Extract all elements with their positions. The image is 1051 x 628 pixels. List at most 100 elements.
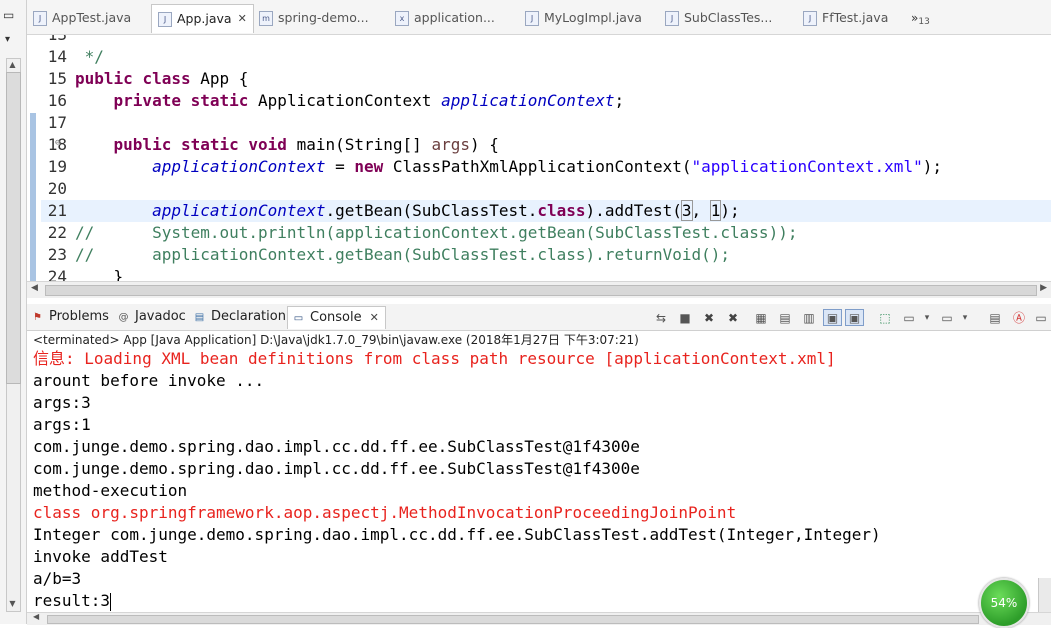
- scroll-left-arrow-icon[interactable]: ◀: [33, 612, 39, 621]
- code-line: 22// System.out.println(applicationConte…: [47, 223, 798, 242]
- chevron-down-icon[interactable]: ▾: [5, 34, 10, 45]
- view-tab-bar: ⚑ Problems @ Javadoc ▤ Declaration ▭ Con…: [27, 304, 1051, 331]
- xml-file-icon: x: [395, 10, 409, 26]
- java-file-icon: J: [33, 10, 47, 26]
- tab-label: Problems: [49, 309, 109, 324]
- remove-launch-icon[interactable]: ✖: [701, 310, 717, 326]
- terminate-icon[interactable]: ■: [677, 310, 693, 326]
- scroll-up-arrow-icon[interactable]: ▲: [6, 58, 19, 71]
- pin-icon[interactable]: ⬚: [877, 310, 893, 326]
- console-line: 信息: Loading XML bean definitions from cl…: [33, 349, 836, 368]
- close-icon[interactable]: ✕: [370, 307, 379, 329]
- ant-icon[interactable]: Ⓐ: [1011, 310, 1027, 326]
- tab-label: Javadoc: [135, 309, 186, 324]
- console-line: com.junge.demo.spring.dao.impl.cc.dd.ff.…: [33, 437, 640, 456]
- code-line: 19 applicationContext = new ClassPathXml…: [47, 157, 942, 176]
- console-line: Integer com.junge.demo.spring.dao.impl.c…: [33, 525, 881, 544]
- console-line: args:3: [33, 393, 91, 412]
- java-file-icon: J: [158, 11, 172, 27]
- console-horizontal-scrollbar[interactable]: ◀: [27, 612, 1051, 625]
- tab-spring-demo[interactable]: m spring-demo...: [259, 4, 369, 32]
- scroll-right-arrow-icon[interactable]: ▶: [1040, 283, 1047, 293]
- code-editor[interactable]: 13 14 */ 15public class App { 16 private…: [27, 35, 1051, 281]
- code-line: 24 }: [47, 267, 124, 281]
- code-line: 14 */: [47, 47, 104, 66]
- scroll-left-arrow-icon[interactable]: ◀: [31, 283, 38, 293]
- declaration-icon: ▤: [194, 311, 205, 323]
- text-cursor: [110, 592, 112, 611]
- chevron-down-icon[interactable]: ▾: [957, 310, 973, 326]
- clear-console-icon[interactable]: ▦: [753, 310, 769, 326]
- tab-application-xml[interactable]: x application...: [395, 4, 495, 32]
- tab-label: Declaration: [211, 309, 286, 324]
- code-line: 13: [41, 35, 1051, 46]
- tab-app[interactable]: J App.java ✕: [151, 4, 254, 33]
- tab-javadoc[interactable]: @ Javadoc: [117, 306, 186, 328]
- console-line: arount before invoke ...: [33, 371, 265, 390]
- at-icon: @: [118, 311, 129, 323]
- tab-fftest[interactable]: J FfTest.java: [803, 4, 888, 32]
- close-icon[interactable]: ✕: [238, 5, 247, 33]
- console-line: class org.springframework.aop.aspectj.Me…: [33, 503, 737, 522]
- tab-label: FfTest.java: [822, 10, 889, 25]
- tab-problems[interactable]: ⚑ Problems: [31, 306, 109, 328]
- console-line-last: result:3: [33, 591, 112, 611]
- open-console-icon[interactable]: ▭: [939, 310, 955, 326]
- vertical-scrollbar-thumb[interactable]: [6, 72, 21, 384]
- console-line: a/b=3: [33, 569, 82, 588]
- console-scrollbar-thumb[interactable]: [47, 615, 979, 624]
- chevron-down-icon[interactable]: ▾: [919, 310, 935, 326]
- minimize-icon[interactable]: ▭: [3, 8, 14, 22]
- java-file-icon: J: [525, 10, 539, 26]
- code-line: 17: [47, 113, 67, 132]
- console-line: args:1: [33, 415, 91, 434]
- tab-label: MyLogImpl.java: [544, 10, 642, 25]
- scroll-down-arrow-icon[interactable]: ▼: [6, 597, 19, 610]
- editor-tab-bar: J AppTest.java J App.java ✕ m spring-dem…: [27, 0, 1051, 35]
- tab-overflow-button[interactable]: » 13: [911, 4, 930, 32]
- tab-mylogimpl[interactable]: J MyLogImpl.java: [525, 4, 642, 32]
- show-on-stdout-icon[interactable]: ▣: [823, 309, 842, 326]
- tab-console[interactable]: ▭ Console ✕: [287, 306, 386, 329]
- tab-declaration[interactable]: ▤ Declaration: [193, 306, 286, 328]
- tab-label: SubClassTes...: [684, 10, 773, 25]
- minimize-icon[interactable]: ▭: [1033, 310, 1049, 326]
- console-icon: ▭: [293, 312, 304, 324]
- scroll-lock-icon[interactable]: ▤: [777, 310, 793, 326]
- left-rail: ▭ ▾ ▲ ▼: [0, 0, 27, 624]
- word-wrap-icon[interactable]: ▥: [801, 310, 817, 326]
- tab-label: App.java: [177, 11, 232, 26]
- console-output[interactable]: 信息: Loading XML bean definitions from cl…: [27, 348, 1051, 612]
- tab-label: application...: [414, 10, 495, 25]
- code-line: 20: [47, 179, 67, 198]
- pin-console-icon[interactable]: ⇆: [653, 310, 669, 326]
- tab-subclasstest[interactable]: J SubClassTes...: [665, 4, 772, 32]
- java-file-icon: J: [665, 10, 679, 26]
- tab-apptest[interactable]: J AppTest.java: [33, 4, 131, 32]
- current-code-line: 21 applicationContext.getBean(SubClassTe…: [41, 200, 1051, 222]
- code-line: 18 public static void main(String[] args…: [47, 135, 499, 154]
- remove-all-terminated-icon[interactable]: ✖: [725, 310, 741, 326]
- editor-scrollbar-thumb[interactable]: [45, 285, 1037, 296]
- maven-file-icon: m: [259, 10, 273, 26]
- overflow-count: 13: [918, 17, 930, 27]
- tab-label: AppTest.java: [52, 10, 132, 25]
- fold-toggle-icon[interactable]: ⊖: [55, 138, 60, 148]
- quick-diff-ruler: [27, 35, 41, 281]
- display-selected-console-icon[interactable]: ▭: [901, 310, 917, 326]
- console-status-line: <terminated> App [Java Application] D:\J…: [33, 333, 639, 347]
- editor-horizontal-scrollbar[interactable]: ◀ ▶: [27, 281, 1051, 298]
- code-line: 16 private static ApplicationContext app…: [47, 91, 625, 110]
- console-line: invoke addTest: [33, 547, 168, 566]
- code-line: 23// applicationContext.getBean(SubClass…: [47, 245, 731, 264]
- double-chevron-icon: »: [911, 11, 919, 25]
- show-on-stderr-icon[interactable]: ▣: [845, 309, 864, 326]
- memory-usage-indicator[interactable]: 54%: [979, 578, 1029, 628]
- console-line: method-execution: [33, 481, 188, 500]
- console-vertical-scrollbar[interactable]: [1038, 578, 1051, 612]
- view-menu-icon[interactable]: ▤: [987, 310, 1003, 326]
- code-line: 15 public class App {: [47, 69, 249, 88]
- java-file-icon: J: [803, 10, 817, 26]
- problems-icon: ⚑: [33, 311, 42, 323]
- tab-label: spring-demo...: [278, 10, 369, 25]
